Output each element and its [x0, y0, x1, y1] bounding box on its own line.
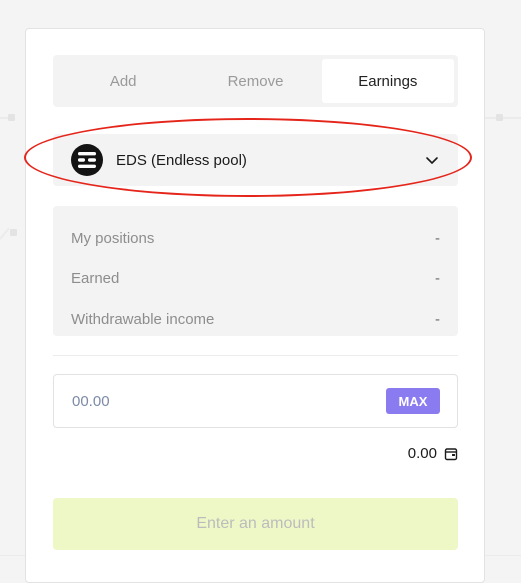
amount-field: MAX — [53, 374, 458, 428]
eds-logo-icon — [71, 144, 103, 176]
stat-value: - — [435, 229, 440, 247]
stat-label: Withdrawable income — [71, 310, 215, 328]
pool-name: EDS (Endless pool) — [116, 151, 247, 169]
eds-logo-glyph — [78, 152, 96, 168]
amount-input[interactable] — [72, 392, 386, 410]
divider — [53, 355, 458, 356]
balance-display: 0.00 — [408, 445, 458, 462]
stat-row: Earned - — [71, 259, 440, 300]
wallet-icon[interactable] — [444, 447, 458, 461]
enter-amount-button[interactable]: Enter an amount — [53, 498, 458, 550]
bg-node — [10, 229, 17, 236]
stat-value: - — [435, 270, 440, 288]
bg-line — [0, 227, 10, 240]
max-button[interactable]: MAX — [386, 388, 440, 414]
bg-node — [496, 114, 503, 121]
stat-label: My positions — [71, 229, 155, 247]
stat-row: My positions - — [71, 218, 440, 259]
tab-add[interactable]: Add — [57, 59, 189, 103]
pool-selector[interactable]: EDS (Endless pool) — [53, 134, 458, 186]
bg-node — [8, 114, 15, 121]
stat-label: Earned — [71, 270, 120, 288]
stat-row: Withdrawable income - — [71, 299, 440, 340]
liquidity-panel: Add Remove Earnings EDS (Endless pool) M… — [25, 28, 485, 583]
chevron-down-icon — [426, 157, 438, 164]
position-stats: My positions - Earned - Withdrawable inc… — [53, 206, 458, 336]
bg-line — [485, 117, 521, 119]
stat-value: - — [435, 310, 440, 328]
balance-value: 0.00 — [407, 445, 437, 462]
tab-remove[interactable]: Remove — [189, 59, 321, 103]
tab-earnings[interactable]: Earnings — [321, 59, 454, 103]
tab-bar: Add Remove Earnings — [53, 55, 458, 107]
